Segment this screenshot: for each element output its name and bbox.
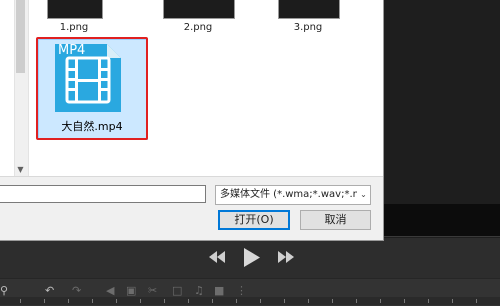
file-list[interactable]: ▼ 1.png 2.png 3.png MP4 大自然.mp4	[0, 0, 383, 177]
filetype-select[interactable]: 多媒体文件 (*.wma;*.wav;*.mp ⌄	[215, 185, 371, 205]
open-button[interactable]: 打开(O)	[218, 210, 290, 230]
image-thumbnail	[163, 0, 235, 19]
split-icon[interactable]: ▣	[126, 284, 136, 298]
chevron-down-icon: ⌄	[357, 186, 370, 204]
cut-icon[interactable]: ✂	[148, 284, 157, 298]
split-left-icon[interactable]: ◀	[106, 284, 114, 298]
timeline-ruler[interactable]	[0, 297, 500, 305]
audio-icon[interactable]: ♫	[194, 284, 204, 298]
cancel-button[interactable]: 取消	[300, 210, 371, 230]
scroll-down-icon[interactable]: ▼	[14, 163, 27, 176]
preview-frame	[383, 0, 500, 237]
image-thumbnail	[278, 0, 340, 19]
zoom-icon[interactable]: ⚲	[0, 284, 8, 298]
red-highlight-box	[36, 37, 148, 140]
rewind-icon[interactable]	[209, 251, 225, 266]
redo-icon[interactable]: ↷	[72, 284, 81, 298]
file-label: 3.png	[293, 22, 323, 33]
filetype-value: 多媒体文件 (*.wma;*.wav;*.mp	[220, 189, 369, 200]
scrollbar-thumb[interactable]	[16, 0, 25, 73]
color-icon[interactable]: ■	[214, 284, 224, 298]
filename-input[interactable]	[0, 185, 206, 203]
file-label: 2.png	[183, 22, 213, 33]
more-icon[interactable]: ⋮	[236, 284, 247, 298]
play-icon[interactable]	[244, 248, 260, 270]
crop-icon[interactable]: □	[172, 284, 182, 298]
image-thumbnail	[47, 0, 103, 19]
preview-screen	[383, 204, 500, 236]
fast-forward-icon[interactable]	[278, 251, 294, 266]
undo-icon[interactable]: ↶	[45, 284, 54, 298]
open-file-dialog: ▼ 1.png 2.png 3.png MP4 大自然.mp4 多媒体文件 (*…	[0, 0, 384, 241]
player-controls	[0, 238, 500, 278]
file-label: 1.png	[59, 22, 89, 33]
